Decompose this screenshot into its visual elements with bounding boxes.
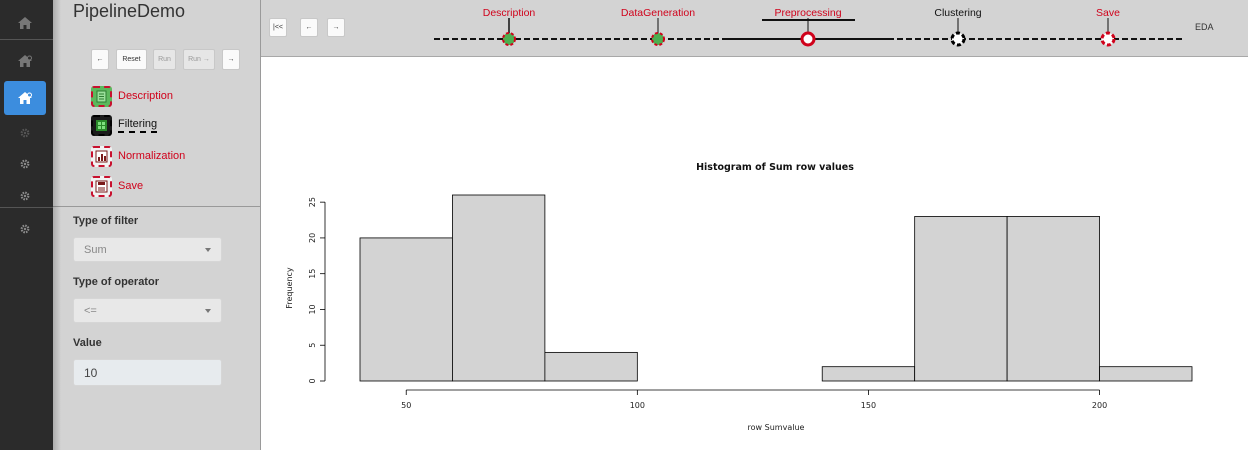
y-tick-label: 15 (308, 269, 317, 279)
save-document-icon (91, 175, 112, 197)
operator-type-value: <= (84, 304, 97, 317)
x-tick-label: 50 (401, 401, 411, 410)
y-tick-label: 20 (308, 233, 317, 243)
eda-label: EDA (1195, 22, 1214, 32)
home-settings-icon[interactable] (4, 44, 46, 78)
stage-label-clustering[interactable]: Clustering (934, 7, 981, 19)
step-description[interactable]: Description (91, 84, 173, 108)
reset-button[interactable]: Reset (116, 49, 147, 70)
filter-matrix-icon (91, 114, 112, 136)
y-axis-label: Frequency (285, 267, 294, 309)
histogram-bar (544, 351, 638, 382)
filter-type-label: Type of filter (73, 215, 139, 227)
stage-node-done[interactable] (651, 32, 665, 46)
y-tick-label: 5 (308, 343, 317, 348)
stage-node-current[interactable] (800, 31, 816, 47)
gear-icon[interactable] (4, 116, 46, 150)
histogram-bar (914, 216, 1008, 382)
histogram-bar (1099, 366, 1193, 382)
stage-node-done[interactable] (502, 32, 516, 46)
x-tick-label: 100 (630, 401, 645, 410)
operator-type-select[interactable]: <= (73, 298, 222, 323)
filter-type-value: Sum (84, 243, 107, 256)
panel-divider (53, 206, 260, 207)
x-axis-label: row Sumvalue (748, 423, 805, 432)
home-active-icon[interactable] (4, 81, 46, 115)
y-tick-label: 10 (308, 304, 317, 314)
run-next-button[interactable]: Run → (183, 49, 215, 70)
chevron-down-icon (205, 308, 211, 313)
app-title: PipelineDemo (73, 1, 186, 21)
histogram-bar (452, 194, 546, 382)
y-tick-label: 0 (308, 378, 317, 383)
x-tick-label: 150 (861, 401, 876, 410)
histogram-bar (1006, 216, 1100, 382)
stage-label-datageneration[interactable]: DataGeneration (621, 7, 695, 19)
step-label: Description (118, 90, 174, 102)
run-button[interactable]: Run (153, 49, 176, 70)
next-step-button[interactable]: → (222, 49, 240, 70)
pipeline-bar: |<< ← → Description DataGeneration Prepr… (261, 0, 1248, 57)
value-label: Value (73, 337, 102, 349)
gear-icon[interactable] (4, 212, 46, 246)
home-icon[interactable] (4, 6, 46, 40)
filter-type-select[interactable]: Sum (73, 237, 222, 262)
value-input[interactable]: 10 (73, 359, 222, 386)
gear-icon[interactable] (4, 147, 46, 181)
chevron-down-icon (205, 247, 211, 252)
histogram-bar (359, 237, 453, 382)
step-label: Filtering (118, 118, 158, 133)
previous-step-button[interactable]: ← (91, 49, 109, 70)
step-label: Save (118, 180, 144, 192)
document-icon (91, 85, 112, 107)
stage-node-pending[interactable] (1100, 31, 1116, 47)
stage-label-description[interactable]: Description (483, 7, 536, 19)
step-normalization[interactable]: Normalization (91, 144, 185, 168)
stage-node-next[interactable] (950, 31, 966, 47)
stage-label-save[interactable]: Save (1096, 7, 1120, 19)
step-panel: PipelineDemo ← Reset Run Run → → Descrip… (53, 0, 261, 450)
chart-title: Histogram of Sum row values (696, 162, 854, 173)
step-label: Normalization (118, 150, 186, 162)
histogram-chart: Histogram of Sum row values 50 100 150 200 … (285, 162, 1193, 432)
normalization-chart-icon (91, 145, 112, 167)
step-filtering[interactable]: Filtering (91, 113, 158, 137)
step-save[interactable]: Save (91, 174, 143, 198)
histogram-bar (821, 366, 916, 382)
operator-type-label: Type of operator (73, 276, 159, 288)
stage-label-preprocessing[interactable]: Preprocessing (774, 7, 841, 19)
x-tick-label: 200 (1092, 401, 1107, 410)
y-tick-label: 25 (308, 197, 317, 207)
icon-rail (0, 0, 53, 450)
